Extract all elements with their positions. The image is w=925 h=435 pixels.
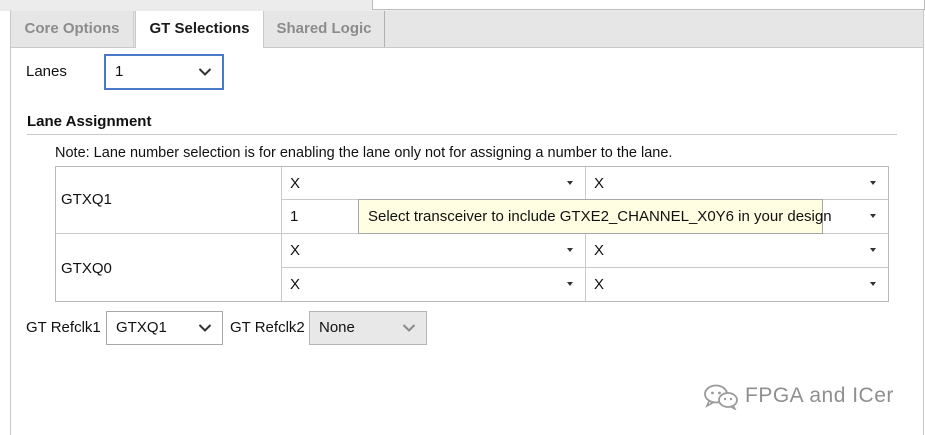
chevron-down-icon [402,324,416,332]
tab-bar: Core Options GT Selections Shared Logic [11,11,923,48]
watermark-text: FPGA and ICer [745,384,894,407]
dropdown-arrow-icon [870,181,876,185]
lanes-value: 1 [115,63,124,80]
gt-refclk2-dropdown: None [309,311,427,345]
frame-border-left [10,10,11,435]
gt-refclk1-dropdown[interactable]: GTXQ1 [106,311,223,345]
lanes-label: Lanes [26,63,67,80]
top-field[interactable] [372,0,925,10]
gt-refclk2-label: GT Refclk2 [230,319,305,336]
tab-gt-selections[interactable]: GT Selections [135,11,264,48]
lane-select[interactable]: X [586,167,888,200]
quad-label-gtxq0: GTXQ0 [61,260,112,277]
quad-label-gtxq1: GTXQ1 [61,191,112,208]
chevron-down-icon [198,68,212,76]
lane-select[interactable]: X [282,234,585,267]
dropdown-arrow-icon [567,181,573,185]
lane-select[interactable]: X [282,268,585,301]
frame-border-right [923,10,924,435]
section-divider [27,134,897,135]
tab-shared-logic[interactable]: Shared Logic [264,11,385,47]
gt-refclk1-value: GTXQ1 [116,319,167,336]
dropdown-arrow-icon [870,248,876,252]
top-toolbar-strip [0,0,925,11]
lane-select[interactable]: X [282,167,585,200]
tab-core-options[interactable]: Core Options [11,11,134,47]
lane-select[interactable]: X [586,268,888,301]
lane-select-value: X [594,242,605,259]
lane-select-value: 1 [290,208,299,225]
lane-select-value: X [594,276,605,293]
lane-assignment-title: Lane Assignment [27,113,152,130]
lane-select-value: X [290,276,301,293]
transceiver-tooltip: Select transceiver to include GTXE2_CHAN… [358,199,832,234]
lane-assignment-table: GTXQ1 GTXQ0 X X 1 X X X X X [55,166,889,302]
lane-select[interactable]: X [586,234,888,267]
lane-select-value: X [290,242,301,259]
wechat-icon [704,384,738,410]
dropdown-arrow-icon [567,282,573,286]
lanes-dropdown[interactable]: 1 [104,54,224,90]
lane-select-value: X [594,175,605,192]
dropdown-arrow-icon [870,282,876,286]
gt-refclk1-label: GT Refclk1 [26,319,101,336]
dropdown-arrow-icon [870,214,876,218]
lane-select-value: X [290,175,301,192]
gt-refclk2-value: None [319,319,355,336]
chevron-down-icon [198,324,212,332]
lane-assignment-note: Note: Lane number selection is for enabl… [55,145,673,161]
dropdown-arrow-icon [567,248,573,252]
